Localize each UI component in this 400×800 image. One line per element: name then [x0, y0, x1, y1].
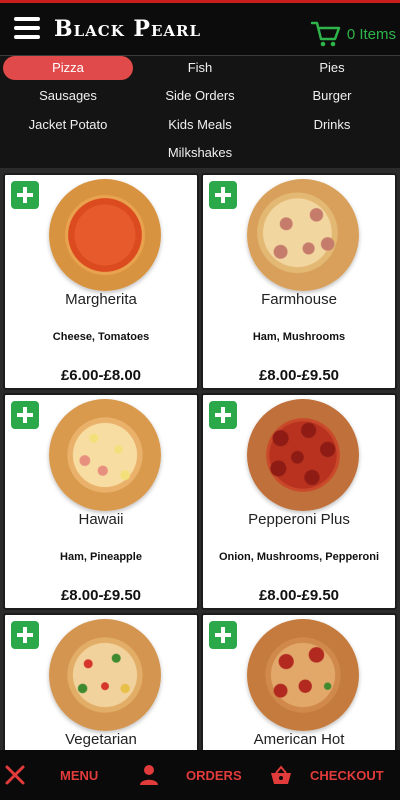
cart-count: 0 Items: [346, 25, 396, 43]
category-jacket-potato[interactable]: Jacket Potato: [3, 113, 133, 137]
add-to-cart-button[interactable]: [209, 401, 237, 429]
product-description: Cheese, Tomatoes: [52, 331, 150, 343]
category-drinks[interactable]: Drinks: [266, 113, 398, 137]
product-name: Farmhouse: [261, 291, 337, 308]
cart-icon: [310, 21, 341, 47]
category-bar: Pizza Fish Pies Sausages Side Orders Bur…: [0, 56, 400, 168]
add-to-cart-button[interactable]: [209, 181, 237, 209]
product-card-pepperoni-plus[interactable]: Pepperoni Plus Onion, Mushrooms, Peppero…: [201, 393, 397, 610]
product-card-vegetarian[interactable]: Vegetarian: [3, 613, 199, 750]
user-icon: [140, 765, 158, 785]
add-to-cart-button[interactable]: [11, 401, 39, 429]
nav-menu-label: MENU: [60, 767, 99, 783]
product-price: £8.00-£9.50: [258, 367, 340, 384]
bottom-nav: MENU ORDERS CHECKOUT: [0, 750, 400, 800]
category-pies[interactable]: Pies: [266, 56, 398, 80]
product-name: American Hot: [253, 731, 345, 748]
product-card-farmhouse[interactable]: Farmhouse Ham, Mushrooms £8.00-£9.50: [201, 173, 397, 390]
hamburger-icon[interactable]: [14, 17, 40, 39]
product-name: Vegetarian: [65, 731, 137, 748]
nav-menu-button[interactable]: MENU: [4, 750, 98, 800]
brand-logo: Black Pearl: [54, 16, 202, 42]
app-root: Black Pearl 0 Items Pizza Fish Pies Saus…: [0, 0, 400, 800]
nav-checkout-label: CHECKOUT: [310, 767, 384, 783]
product-name: Pepperoni Plus: [248, 511, 350, 528]
product-card-hawaii[interactable]: Hawaii Ham, Pineapple £8.00-£9.50: [3, 393, 199, 610]
product-description: Ham, Mushrooms: [252, 331, 346, 343]
product-description: Onion, Mushrooms, Pepperoni: [218, 551, 380, 563]
product-price: £6.00-£8.00: [60, 367, 142, 384]
category-pizza[interactable]: Pizza: [3, 56, 133, 80]
pizza-image: [247, 179, 359, 291]
product-description: Ham, Pineapple: [60, 551, 142, 563]
product-name: Hawaii: [78, 511, 124, 528]
pizza-image: [49, 399, 161, 511]
category-burger[interactable]: Burger: [266, 84, 398, 108]
pizza-image: [247, 619, 359, 731]
pizza-image: [49, 179, 161, 291]
product-price: £8.00-£9.50: [60, 587, 142, 604]
nav-orders-label: ORDERS: [186, 767, 242, 783]
cart-button[interactable]: 0 Items: [310, 21, 396, 47]
add-to-cart-button[interactable]: [209, 621, 237, 649]
utensils-icon: [5, 765, 25, 785]
category-side-orders[interactable]: Side Orders: [134, 84, 266, 108]
header-bar: Black Pearl 0 Items: [0, 0, 400, 56]
nav-checkout-button[interactable]: CHECKOUT: [270, 750, 384, 800]
product-card-margherita[interactable]: Margherita Cheese, Tomatoes £6.00-£8.00: [3, 173, 199, 390]
product-grid: Margherita Cheese, Tomatoes £6.00-£8.00 …: [0, 170, 400, 750]
product-name: Margherita: [65, 291, 137, 308]
category-sausages[interactable]: Sausages: [3, 84, 133, 108]
basket-icon: [271, 765, 291, 784]
category-milkshakes[interactable]: Milkshakes: [134, 141, 266, 165]
category-fish[interactable]: Fish: [134, 56, 266, 80]
product-card-american-hot[interactable]: American Hot: [201, 613, 397, 750]
add-to-cart-button[interactable]: [11, 621, 39, 649]
add-to-cart-button[interactable]: [11, 181, 39, 209]
pizza-image: [49, 619, 161, 731]
nav-orders-button[interactable]: ORDERS: [138, 750, 242, 800]
pizza-image: [247, 399, 359, 511]
category-kids-meals[interactable]: Kids Meals: [134, 113, 266, 137]
product-price: £8.00-£9.50: [258, 587, 340, 604]
